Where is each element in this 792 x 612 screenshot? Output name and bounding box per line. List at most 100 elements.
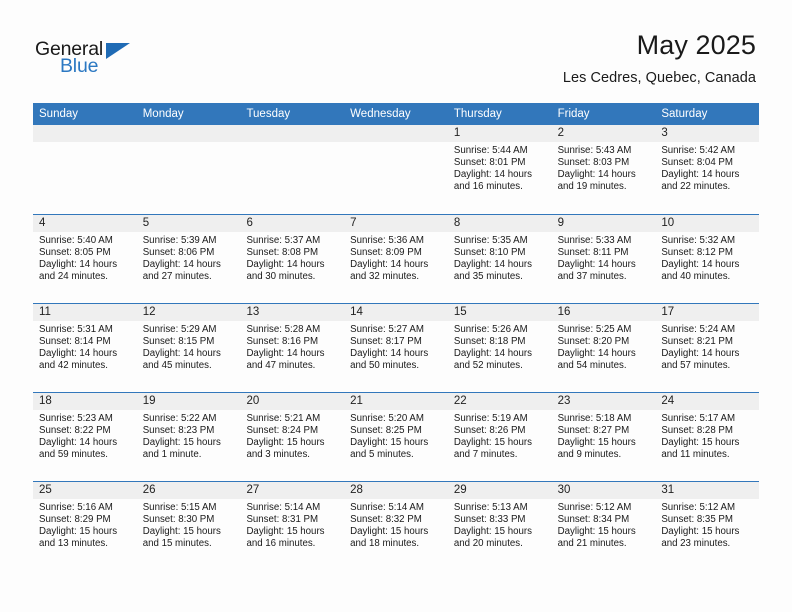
- sun-info-line: Sunrise: 5:31 AM: [39, 324, 113, 335]
- sun-info-line: Sunset: 8:28 PM: [661, 425, 733, 437]
- sun-info-line: Daylight: 14 hours: [350, 259, 429, 271]
- sun-info: Sunrise: 5:44 AM Sunset: 8:01 PM Daylight:…: [448, 142, 552, 193]
- sun-info-line: Daylight: 14 hours: [661, 169, 740, 181]
- calendar-day-cell[interactable]: 31 Sunrise: 5:12 AM Sunset: 8:35 PM Dayligh…: [655, 482, 760, 570]
- sun-info-line: Daylight: 14 hours: [246, 259, 325, 271]
- sun-info-line: Sunrise: 5:27 AM: [350, 324, 424, 335]
- sun-info: Sunrise: 5:43 AM Sunset: 8:03 PM Daylight:…: [552, 142, 656, 193]
- day-number: [240, 125, 345, 142]
- sun-info-line: Sunset: 8:10 PM: [453, 247, 526, 259]
- sun-info-line: Sunset: 8:34 PM: [557, 514, 630, 526]
- sun-info-line: Daylight: 15 hours: [246, 437, 325, 449]
- sun-info-line: Sunrise: 5:22 AM: [142, 413, 217, 424]
- sun-info-line: Sunrise: 5:24 AM: [661, 324, 736, 335]
- calendar-day-cell[interactable]: 29 Sunrise: 5:13 AM Sunset: 8:33 PM Dayligh…: [447, 482, 552, 570]
- sun-info-line: Sunset: 8:12 PM: [661, 247, 733, 259]
- day-number: 20: [240, 393, 345, 410]
- sun-info-line: Sunrise: 5:44 AM: [453, 145, 528, 156]
- calendar-day-cell[interactable]: 27 Sunrise: 5:14 AM Sunset: 8:31 PM Dayligh…: [240, 482, 345, 570]
- calendar-day-cell[interactable]: 10 Sunrise: 5:32 AM Sunset: 8:12 PM Dayligh…: [655, 215, 760, 303]
- calendar-day-cell[interactable]: 28 Sunrise: 5:14 AM Sunset: 8:32 PM Dayligh…: [344, 482, 448, 570]
- sun-info-line: and 16 minutes.: [246, 538, 316, 550]
- calendar-day-cell[interactable]: 13 Sunrise: 5:28 AM Sunset: 8:16 PM Dayligh…: [240, 304, 345, 392]
- sun-info-line: Sunset: 8:24 PM: [246, 425, 319, 437]
- sun-info-line: Sunset: 8:20 PM: [557, 336, 630, 348]
- day-number: 12: [136, 304, 241, 321]
- sun-info-line: and 23 minutes.: [661, 538, 731, 550]
- calendar-day-cell[interactable]: 15 Sunrise: 5:26 AM Sunset: 8:18 PM Dayligh…: [447, 304, 552, 392]
- calendar-day-cell[interactable]: 18 Sunrise: 5:23 AM Sunset: 8:22 PM Dayligh…: [33, 393, 137, 481]
- calendar-day-cell[interactable]: 6 Sunrise: 5:37 AM Sunset: 8:08 PM Daylight…: [240, 215, 345, 303]
- sun-info-line: Sunset: 8:30 PM: [142, 514, 215, 526]
- calendar-day-cell[interactable]: 16 Sunrise: 5:25 AM Sunset: 8:20 PM Dayligh…: [551, 304, 656, 392]
- sun-info-line: Sunrise: 5:19 AM: [453, 413, 528, 424]
- calendar-day-cell[interactable]: 25 Sunrise: 5:16 AM Sunset: 8:29 PM Dayligh…: [33, 482, 137, 570]
- calendar-day-cell[interactable]: 26 Sunrise: 5:15 AM Sunset: 8:30 PM Dayligh…: [136, 482, 241, 570]
- calendar-day-cell[interactable]: 8 Sunrise: 5:35 AM Sunset: 8:10 PM Daylight…: [447, 215, 552, 303]
- sun-info-line: Sunrise: 5:32 AM: [661, 235, 736, 246]
- sun-info-line: Sunrise: 5:35 AM: [453, 235, 528, 246]
- calendar-day-cell[interactable]: 30 Sunrise: 5:12 AM Sunset: 8:34 PM Dayligh…: [551, 482, 656, 570]
- sun-info-line: Daylight: 15 hours: [557, 437, 636, 449]
- sun-info-line: Daylight: 15 hours: [246, 526, 325, 538]
- sun-info: Sunrise: 5:15 AM Sunset: 8:30 PM Daylight:…: [137, 499, 241, 550]
- calendar-day-cell[interactable]: 5 Sunrise: 5:39 AM Sunset: 8:06 PM Daylight…: [136, 215, 241, 303]
- day-number: 26: [136, 482, 241, 499]
- sun-info-line: and 47 minutes.: [246, 360, 316, 372]
- sun-info-line: Sunrise: 5:23 AM: [39, 413, 113, 424]
- sun-info-line: Sunrise: 5:15 AM: [142, 502, 217, 513]
- calendar-week-row: 4 Sunrise: 5:40 AM Sunset: 8:05 PM Daylight…: [33, 214, 760, 303]
- calendar-day-cell[interactable]: 22 Sunrise: 5:19 AM Sunset: 8:26 PM Dayligh…: [447, 393, 552, 481]
- day-number: 22: [447, 393, 552, 410]
- sun-info-line: Daylight: 14 hours: [350, 348, 429, 360]
- weekday-header-tuesday: Tuesday: [246, 108, 291, 120]
- calendar-day-cell[interactable]: 4 Sunrise: 5:40 AM Sunset: 8:05 PM Daylight…: [33, 215, 137, 303]
- calendar-day-cell[interactable]: 19 Sunrise: 5:22 AM Sunset: 8:23 PM Dayligh…: [136, 393, 241, 481]
- sun-info-line: and 32 minutes.: [350, 271, 420, 283]
- sun-info: Sunrise: 5:33 AM Sunset: 8:11 PM Daylight:…: [552, 232, 656, 283]
- sun-info-line: Sunset: 8:18 PM: [453, 336, 526, 348]
- calendar-day-cell[interactable]: 1 Sunrise: 5:44 AM Sunset: 8:01 PM Daylight…: [447, 125, 552, 214]
- calendar-day-cell[interactable]: 20 Sunrise: 5:21 AM Sunset: 8:24 PM Dayligh…: [240, 393, 345, 481]
- sun-info-line: and 59 minutes.: [39, 449, 108, 461]
- calendar-day-cell[interactable]: 14 Sunrise: 5:27 AM Sunset: 8:17 PM Dayligh…: [344, 304, 448, 392]
- calendar-day-cell[interactable]: 9 Sunrise: 5:33 AM Sunset: 8:11 PM Daylight…: [551, 215, 656, 303]
- sun-info-line: and 42 minutes.: [39, 360, 108, 372]
- sun-info-line: Daylight: 15 hours: [557, 526, 636, 538]
- sun-info-line: Daylight: 15 hours: [661, 526, 740, 538]
- sun-info-line: Daylight: 14 hours: [142, 348, 221, 360]
- calendar-cell-empty: [240, 125, 345, 214]
- title-block: May 2025 Les Cedres, Quebec, Canada: [563, 30, 756, 86]
- sun-info-line: Sunset: 8:04 PM: [661, 157, 733, 169]
- calendar-day-cell[interactable]: 2 Sunrise: 5:43 AM Sunset: 8:03 PM Daylight…: [551, 125, 656, 214]
- sun-info-line: Daylight: 14 hours: [39, 259, 118, 271]
- page-location: Les Cedres, Quebec, Canada: [562, 70, 756, 87]
- sun-info-line: Daylight: 14 hours: [557, 259, 636, 271]
- weekday-header-saturday: Saturday: [661, 108, 708, 120]
- calendar-day-cell[interactable]: 7 Sunrise: 5:36 AM Sunset: 8:09 PM Daylight…: [344, 215, 448, 303]
- sun-info-line: Daylight: 15 hours: [453, 526, 532, 538]
- sun-info-line: Sunset: 8:25 PM: [350, 425, 422, 437]
- calendar-day-cell[interactable]: 24 Sunrise: 5:17 AM Sunset: 8:28 PM Dayligh…: [655, 393, 760, 481]
- calendar-day-cell[interactable]: 11 Sunrise: 5:31 AM Sunset: 8:14 PM Dayligh…: [33, 304, 137, 392]
- sun-info-line: and 1 minute.: [142, 449, 202, 461]
- sun-info: Sunrise: 5:39 AM Sunset: 8:06 PM Daylight:…: [137, 232, 241, 283]
- calendar-week-row: 25 Sunrise: 5:16 AM Sunset: 8:29 PM Dayligh…: [33, 481, 760, 570]
- calendar-day-cell[interactable]: 23 Sunrise: 5:18 AM Sunset: 8:27 PM Dayligh…: [551, 393, 656, 481]
- calendar-day-cell[interactable]: 12 Sunrise: 5:29 AM Sunset: 8:15 PM Dayligh…: [136, 304, 241, 392]
- calendar-day-cell[interactable]: 17 Sunrise: 5:24 AM Sunset: 8:21 PM Dayligh…: [655, 304, 760, 392]
- sun-info-line: Daylight: 15 hours: [142, 526, 221, 538]
- sun-info: Sunrise: 5:23 AM Sunset: 8:22 PM Daylight:…: [33, 410, 137, 461]
- sun-info-line: and 24 minutes.: [39, 271, 108, 283]
- sun-info-line: Sunset: 8:15 PM: [142, 336, 215, 348]
- calendar-week-row: 11 Sunrise: 5:31 AM Sunset: 8:14 PM Dayligh…: [33, 303, 760, 392]
- day-number: 14: [344, 304, 448, 321]
- calendar-day-cell[interactable]: 3 Sunrise: 5:42 AM Sunset: 8:04 PM Daylight…: [655, 125, 760, 214]
- day-number: 3: [655, 125, 760, 142]
- sun-info: Sunrise: 5:17 AM Sunset: 8:28 PM Daylight:…: [655, 410, 759, 461]
- general-blue-logo[interactable]: General Blue: [35, 38, 145, 82]
- sun-info: Sunrise: 5:27 AM Sunset: 8:17 PM Daylight:…: [344, 321, 448, 372]
- sun-info-line: Sunset: 8:26 PM: [453, 425, 526, 437]
- calendar-week-row: 18 Sunrise: 5:23 AM Sunset: 8:22 PM Dayligh…: [33, 392, 760, 481]
- calendar-day-cell[interactable]: 21 Sunrise: 5:20 AM Sunset: 8:25 PM Dayligh…: [344, 393, 448, 481]
